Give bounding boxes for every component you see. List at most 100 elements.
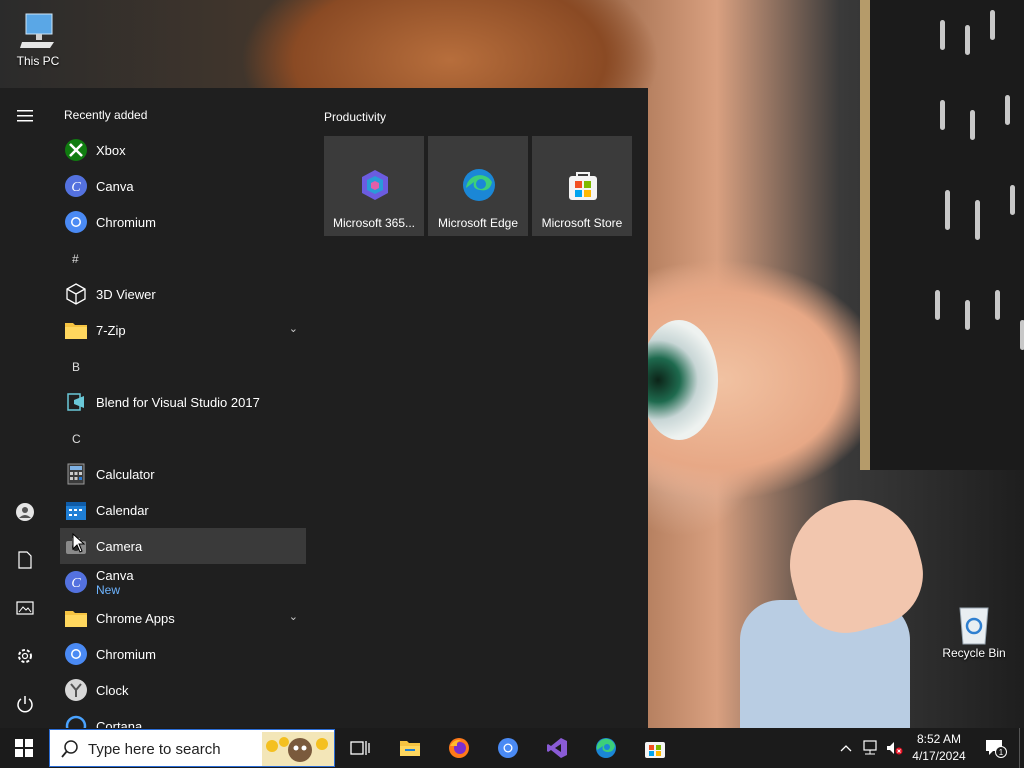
new-badge: New (96, 582, 121, 597)
task-view-button[interactable] (336, 728, 384, 768)
recently-added-heading: Recently added (64, 108, 148, 122)
app-label: Xbox (96, 142, 126, 158)
app-name: Canva (96, 567, 134, 583)
app-label: Camera (96, 538, 143, 554)
app-item-canva[interactable]: C Canva (60, 168, 306, 204)
app-item-canva-new[interactable]: C Canva New (60, 564, 306, 600)
search-placeholder: Type here to search (88, 741, 221, 758)
document-icon (18, 551, 32, 569)
app-item-3d-viewer[interactable]: 3D Viewer (60, 276, 306, 312)
search-highlight-illustration-icon (262, 732, 334, 766)
pictures-button[interactable] (0, 588, 50, 628)
chevron-down-icon[interactable]: ⌄ (289, 322, 298, 335)
action-center-button[interactable]: 1 (976, 728, 1016, 768)
taskbar-store[interactable] (631, 728, 679, 768)
notification-icon: 1 (986, 740, 1007, 758)
taskbar-firefox[interactable] (435, 728, 483, 768)
notification-count: 1 (999, 748, 1004, 757)
taskbar-file-explorer[interactable] (386, 728, 434, 768)
start-rail (0, 88, 50, 728)
chromium-icon (64, 642, 88, 666)
cortana-icon (64, 714, 88, 728)
taskbar-edge[interactable] (582, 728, 630, 768)
picture-icon (16, 601, 34, 615)
recycle-bin-icon (954, 602, 994, 645)
app-label: Cortana (96, 718, 143, 729)
edge-icon (596, 738, 616, 758)
canva-icon: C (64, 174, 88, 198)
desktop-icon-label: Recycle Bin (942, 646, 1006, 660)
settings-button[interactable] (0, 636, 50, 676)
letter-header-hash[interactable]: # (72, 252, 79, 266)
wallpaper-eye (640, 320, 718, 440)
app-item-blend[interactable]: Blend for Visual Studio 2017 (60, 384, 306, 420)
search-icon (61, 740, 78, 758)
m365-icon (358, 168, 392, 202)
wallpaper-chalkboard (860, 0, 1024, 470)
app-label: Chromium (96, 214, 156, 230)
app-label: Canva (96, 178, 134, 194)
store-icon (566, 168, 600, 202)
task-view-icon (350, 741, 370, 755)
expand-menu-button[interactable] (0, 96, 50, 136)
search-box[interactable]: Type here to search (49, 729, 335, 767)
edge-icon (462, 168, 496, 202)
app-label: Canva New (96, 568, 134, 597)
power-button[interactable] (0, 684, 50, 724)
letter-header-c[interactable]: C (72, 432, 81, 446)
tile-microsoft-365[interactable]: Microsoft 365... (324, 136, 424, 236)
start-button[interactable] (0, 728, 48, 768)
tile-microsoft-edge[interactable]: Microsoft Edge (428, 136, 528, 236)
svg-text:C: C (71, 180, 81, 195)
taskbar: Type here to search 8:52 AM 4/17/2024 1 (0, 728, 1024, 768)
blend-icon (64, 390, 88, 414)
app-item-xbox[interactable]: Xbox (60, 132, 306, 168)
app-item-chromium-2[interactable]: Chromium (60, 636, 306, 672)
chevron-down-icon[interactable]: ⌄ (289, 610, 298, 623)
clock-date: 4/17/2024 (912, 749, 966, 763)
windows-logo-icon (15, 739, 33, 757)
menu-icon (17, 110, 33, 122)
file-explorer-icon (400, 741, 420, 756)
account-button[interactable] (0, 492, 50, 532)
app-item-chrome-apps[interactable]: Chrome Apps ⌄ (60, 600, 306, 636)
app-label: Clock (96, 682, 129, 698)
app-item-chromium[interactable]: Chromium (60, 204, 306, 240)
volume-tray-button[interactable] (882, 728, 906, 768)
app-item-calculator[interactable]: Calculator (60, 456, 306, 492)
app-label: Blend for Visual Studio 2017 (96, 394, 260, 410)
volume-muted-icon (887, 742, 903, 755)
calendar-icon (64, 498, 88, 522)
app-label: 7-Zip (96, 322, 126, 338)
desktop-icon-label: This PC (16, 54, 60, 68)
desktop-icon-recycle-bin[interactable]: Recycle Bin (936, 602, 1012, 660)
folder-icon (64, 318, 88, 342)
show-hidden-icons-button[interactable] (834, 728, 858, 768)
firefox-icon (449, 738, 469, 758)
documents-button[interactable] (0, 540, 50, 580)
app-item-7-zip[interactable]: 7-Zip ⌄ (60, 312, 306, 348)
app-list: Recently added Xbox C Canva Chromium # 3… (50, 88, 312, 728)
network-tray-button[interactable] (858, 728, 882, 768)
show-desktop-button[interactable] (1019, 728, 1024, 768)
desktop-icon-this-pc[interactable]: This PC (0, 10, 76, 68)
power-icon (17, 696, 33, 713)
letter-header-b[interactable]: B (72, 360, 80, 374)
start-menu: Recently added Xbox C Canva Chromium # 3… (0, 88, 648, 728)
clock-icon (64, 678, 88, 702)
user-icon (16, 503, 34, 521)
taskbar-visual-studio[interactable] (533, 728, 581, 768)
tile-microsoft-store[interactable]: Microsoft Store (532, 136, 632, 236)
app-item-cortana[interactable]: Cortana (60, 708, 306, 728)
chromium-icon (64, 210, 88, 234)
tile-label: Microsoft 365... (332, 216, 416, 230)
clock[interactable]: 8:52 AM 4/17/2024 (904, 731, 974, 765)
app-item-camera[interactable]: Camera (60, 528, 306, 564)
app-item-clock[interactable]: Clock (60, 672, 306, 708)
app-label: Calculator (96, 466, 155, 482)
chromium-icon (498, 738, 518, 758)
app-item-calendar[interactable]: Calendar (60, 492, 306, 528)
canva-icon: C (64, 570, 88, 594)
taskbar-chromium[interactable] (484, 728, 532, 768)
folder-icon (64, 606, 88, 630)
